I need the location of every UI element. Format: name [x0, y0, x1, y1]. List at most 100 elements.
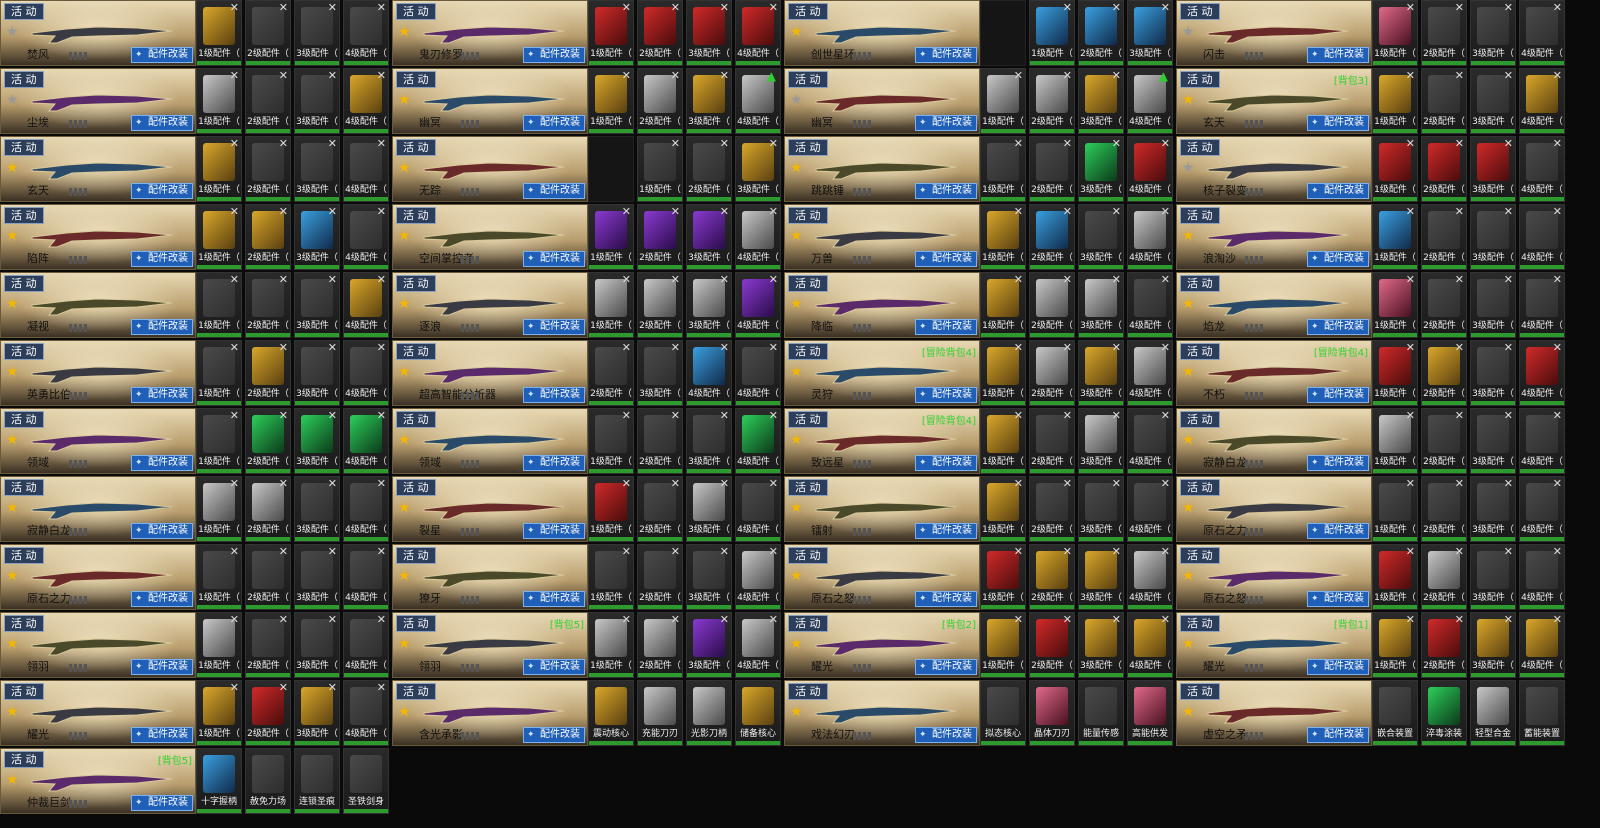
part-slot[interactable]: ✕ 3级配件（: [294, 68, 340, 134]
close-icon[interactable]: ✕: [328, 341, 337, 354]
part-slot[interactable]: ✕ 3级配件（: [686, 408, 732, 474]
weapon-card[interactable]: 活 动 ★ 虚空之矛 配件改装: [1176, 680, 1372, 746]
part-slot[interactable]: ✕ 1级配件（: [1372, 544, 1418, 610]
close-icon[interactable]: ✕: [1161, 1, 1170, 14]
star-icon[interactable]: ★: [1182, 433, 1196, 447]
part-slot[interactable]: ✕ 2级配件（: [1421, 476, 1467, 542]
close-icon[interactable]: ✕: [377, 205, 386, 218]
part-slot[interactable]: ✕ 2级配件（: [637, 476, 683, 542]
close-icon[interactable]: ✕: [671, 1, 680, 14]
close-icon[interactable]: ✕: [1504, 205, 1513, 218]
part-slot[interactable]: ✕ 3级配件（: [686, 0, 732, 66]
part-slot[interactable]: ✕ 4级配件（: [343, 612, 389, 678]
mod-button[interactable]: 配件改装: [1307, 319, 1369, 335]
weapon-card[interactable]: 活 动 ★ 凝视 配件改装: [0, 272, 196, 338]
part-slot[interactable]: ✕ 1级配件（: [1372, 340, 1418, 406]
close-icon[interactable]: ✕: [720, 69, 729, 82]
close-icon[interactable]: ✕: [279, 545, 288, 558]
weapon-card[interactable]: 活 动 ★ 耀光 配件改装: [0, 680, 196, 746]
mod-button[interactable]: 配件改装: [1307, 47, 1369, 63]
part-slot[interactable]: ✕ 4级配件（: [1519, 544, 1565, 610]
part-slot[interactable]: ✕ 1级配件（: [980, 476, 1026, 542]
star-icon[interactable]: ★: [398, 637, 412, 651]
part-slot[interactable]: ✕ 2级配件（: [245, 68, 291, 134]
close-icon[interactable]: ✕: [1406, 69, 1415, 82]
star-icon[interactable]: ★: [1182, 365, 1196, 379]
part-slot[interactable]: ✕ 2级配件（: [1078, 0, 1124, 66]
close-icon[interactable]: ✕: [1112, 613, 1121, 626]
weapon-card[interactable]: 活 动 ★ 原石之怒 配件改装: [1176, 544, 1372, 610]
part-slot[interactable]: ✕ 3级配件（: [1470, 340, 1516, 406]
close-icon[interactable]: ✕: [230, 205, 239, 218]
part-slot[interactable]: ✕ 2级配件（: [1029, 408, 1075, 474]
part-slot[interactable]: ✕ 3级配件（: [294, 0, 340, 66]
close-icon[interactable]: ✕: [230, 137, 239, 150]
close-icon[interactable]: ✕: [1063, 1, 1072, 14]
weapon-card[interactable]: 活 动 ★ 英勇比伯 配件改装: [0, 340, 196, 406]
part-slot[interactable]: ✕ 2级配件（: [245, 544, 291, 610]
part-slot[interactable]: ✕ 2级配件（: [1029, 476, 1075, 542]
weapon-card[interactable]: 活 动 ★ 闪击 配件改装: [1176, 0, 1372, 66]
part-slot[interactable]: ✕ 3级配件（: [1470, 544, 1516, 610]
close-icon[interactable]: ✕: [1553, 1, 1562, 14]
close-icon[interactable]: ✕: [1553, 273, 1562, 286]
close-icon[interactable]: ✕: [377, 137, 386, 150]
close-icon[interactable]: ✕: [1406, 477, 1415, 490]
star-icon[interactable]: ★: [1182, 569, 1196, 583]
part-slot[interactable]: ✕ 1级配件（: [196, 476, 242, 542]
close-icon[interactable]: ✕: [769, 545, 778, 558]
part-slot[interactable]: ✕ 2级配件（: [1029, 612, 1075, 678]
close-icon[interactable]: ✕: [622, 1, 631, 14]
close-icon[interactable]: ✕: [622, 545, 631, 558]
close-icon[interactable]: ✕: [1112, 273, 1121, 286]
close-icon[interactable]: ✕: [1455, 273, 1464, 286]
close-icon[interactable]: ✕: [1014, 409, 1023, 422]
close-icon[interactable]: ✕: [230, 545, 239, 558]
mod-button[interactable]: 配件改装: [523, 455, 585, 471]
star-icon[interactable]: ★: [398, 365, 412, 379]
close-icon[interactable]: ✕: [1161, 205, 1170, 218]
weapon-card[interactable]: 活 动 ★ 幽冥 配件改装: [784, 68, 980, 134]
close-icon[interactable]: ✕: [279, 273, 288, 286]
star-icon[interactable]: ★: [1182, 297, 1196, 311]
part-slot[interactable]: ✕ 1级配件（: [637, 136, 683, 202]
weapon-card[interactable]: 活 动 ★ 尘埃 配件改装: [0, 68, 196, 134]
weapon-card[interactable]: 活 动 ★ [背包2] 耀光 配件改装: [784, 612, 980, 678]
close-icon[interactable]: ✕: [720, 273, 729, 286]
part-slot[interactable]: ✕ 3级配件（: [294, 680, 340, 746]
close-icon[interactable]: ✕: [1406, 137, 1415, 150]
close-icon[interactable]: ✕: [1014, 69, 1023, 82]
close-icon[interactable]: ✕: [1014, 205, 1023, 218]
weapon-card[interactable]: 活 动 ★ 戏法幻刃 配件改装: [784, 680, 980, 746]
part-slot[interactable]: ✕ 1级配件（: [980, 272, 1026, 338]
close-icon[interactable]: ✕: [1161, 137, 1170, 150]
star-icon[interactable]: ★: [1182, 229, 1196, 243]
mod-button[interactable]: 配件改装: [1307, 591, 1369, 607]
part-slot[interactable]: ✕ 2级配件（: [637, 408, 683, 474]
part-slot[interactable]: ✕ 4级配件（: [735, 0, 781, 66]
part-slot[interactable]: ✕ 1级配件（: [196, 408, 242, 474]
close-icon[interactable]: ✕: [279, 681, 288, 694]
close-icon[interactable]: ✕: [622, 613, 631, 626]
weapon-card[interactable]: 活 动 ★ 浪淘沙 配件改装: [1176, 204, 1372, 270]
part-slot[interactable]: ✕ 2级配件（: [637, 544, 683, 610]
part-slot[interactable]: ✕ 1级配件（: [1372, 68, 1418, 134]
part-slot[interactable]: ✕ 1级配件（: [1372, 0, 1418, 66]
close-icon[interactable]: ✕: [377, 409, 386, 422]
part-slot[interactable]: 高能供发: [1127, 680, 1173, 746]
star-icon[interactable]: ★: [6, 705, 20, 719]
close-icon[interactable]: ✕: [1063, 69, 1072, 82]
mod-button[interactable]: 配件改装: [131, 795, 193, 811]
part-slot[interactable]: ✕ 1级配件（: [1372, 612, 1418, 678]
star-icon[interactable]: ★: [790, 365, 804, 379]
part-slot[interactable]: ✕ 4级配件（: [343, 0, 389, 66]
part-slot[interactable]: ✕ 2级配件（: [245, 136, 291, 202]
close-icon[interactable]: ✕: [328, 613, 337, 626]
close-icon[interactable]: ✕: [1504, 477, 1513, 490]
star-icon[interactable]: ★: [1182, 705, 1196, 719]
star-icon[interactable]: ★: [790, 229, 804, 243]
part-slot[interactable]: ✕ 2级配件（: [245, 204, 291, 270]
close-icon[interactable]: ✕: [1063, 613, 1072, 626]
close-icon[interactable]: ✕: [1406, 341, 1415, 354]
part-slot[interactable]: ✕ 1级配件（: [196, 136, 242, 202]
